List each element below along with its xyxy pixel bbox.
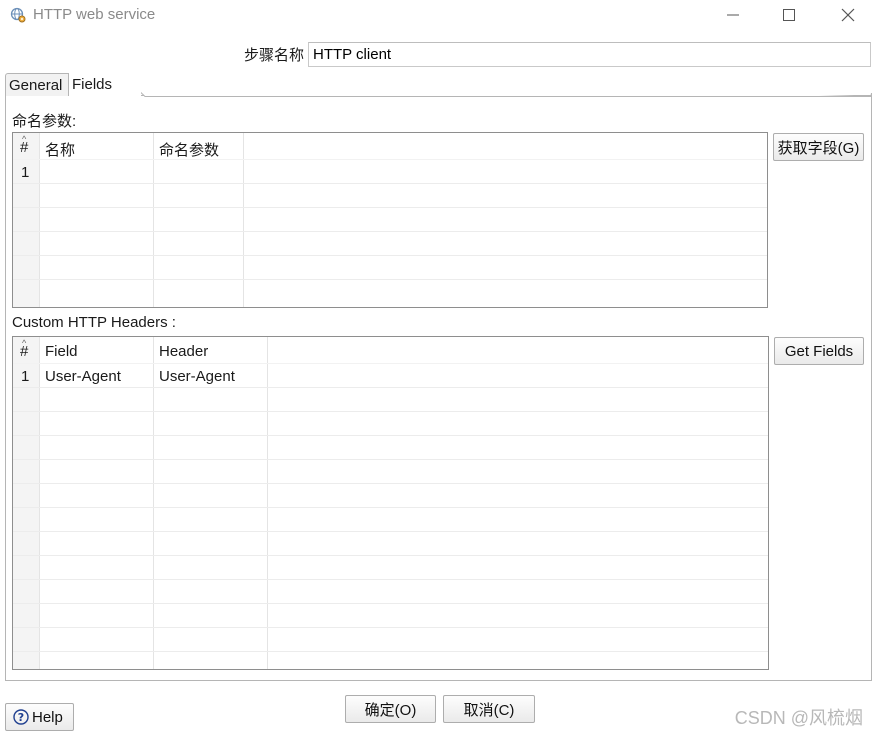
tab-general[interactable]: General: [5, 73, 69, 96]
tab-fields[interactable]: Fields: [69, 73, 141, 97]
maximize-icon: [783, 9, 795, 21]
table-cell-field[interactable]: User-Agent: [45, 368, 121, 385]
maximize-button[interactable]: [766, 0, 812, 30]
minimize-icon: [727, 14, 739, 16]
table-row-number: 1: [21, 164, 30, 181]
named-params-table[interactable]: ^ # 名称 命名参数 1: [12, 132, 768, 308]
table-row-number: 1: [21, 368, 30, 385]
minimize-button[interactable]: [710, 0, 756, 30]
step-name-input[interactable]: [308, 42, 871, 67]
column-header-named-param[interactable]: 命名参数: [159, 139, 219, 160]
column-header-name[interactable]: 名称: [45, 139, 75, 160]
get-fields-g-button[interactable]: 获取字段(G): [773, 133, 864, 161]
help-label: Help: [32, 708, 63, 726]
close-button[interactable]: [825, 0, 871, 30]
window-title: HTTP web service: [33, 6, 156, 23]
column-header-header[interactable]: Header: [159, 343, 208, 360]
step-name-label: 步骤名称: [244, 47, 305, 64]
column-header-field[interactable]: Field: [45, 343, 78, 360]
get-fields-button[interactable]: Get Fields: [774, 337, 864, 365]
table-cell-header[interactable]: User-Agent: [159, 368, 235, 385]
title-bar: HTTP web service: [0, 0, 877, 32]
help-button[interactable]: ? Help: [5, 703, 74, 731]
column-header-index[interactable]: #: [20, 139, 28, 156]
column-header-index[interactable]: #: [20, 343, 28, 360]
ok-button[interactable]: 确定(O): [345, 695, 436, 723]
svg-text:?: ?: [18, 711, 24, 724]
help-icon: ?: [13, 709, 29, 725]
watermark: CSDN @风梳烟: [734, 708, 863, 728]
cancel-button[interactable]: 取消(C): [443, 695, 535, 723]
tab-strip-outline: [69, 73, 872, 97]
custom-headers-label: Custom HTTP Headers :: [12, 314, 176, 331]
close-icon: [841, 8, 855, 22]
custom-headers-table[interactable]: ^ # Field Header 1 User-Agent User-Agent: [12, 336, 769, 670]
named-params-label: 命名参数:: [12, 113, 77, 130]
globe-gear-icon: [10, 7, 26, 23]
